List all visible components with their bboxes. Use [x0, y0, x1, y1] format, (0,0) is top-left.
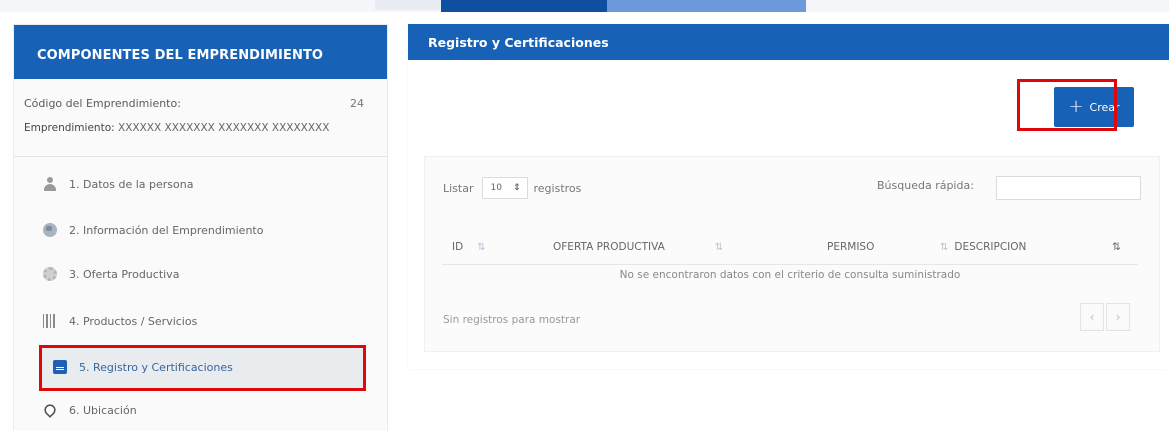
column-label: OFERTA PRODUCTIVA [553, 241, 665, 253]
sidebar-item-label: 1. Datos de la persona [69, 177, 194, 191]
sort-icon: ⇅ [714, 242, 724, 253]
previous-page-button[interactable]: ‹ [1080, 303, 1104, 331]
top-tab[interactable] [607, 0, 806, 12]
map-pin-icon [42, 402, 58, 418]
table-header: ID ⇅ OFERTA PRODUCTIVA ⇅ PERMISO ⇅ DESCRIPC… [442, 227, 1138, 265]
column-id[interactable]: ID ⇅ [452, 241, 486, 253]
person-icon [43, 177, 57, 191]
venture-name: Emprendimiento: XXXXXX XXXXXXX XXXXXXX X… [24, 122, 329, 134]
venture-name-value: XXXXXX XXXXXXX XXXXXXX XXXXXXXX [118, 122, 330, 134]
column-descripcion[interactable]: ⇅ DESCRIPCION [940, 241, 1026, 253]
page-size-select[interactable]: 10 ⇕ [481, 177, 528, 199]
sidebar-item-oferta[interactable]: 3. Oferta Productiva [43, 264, 363, 284]
venture-code: Código del Emprendimiento: 24 [24, 97, 364, 110]
sidebar-item-datos-persona[interactable]: 1. Datos de la persona [43, 174, 363, 194]
sidebar-item-label: 6. Ubicación [69, 403, 137, 417]
search-input[interactable] [996, 176, 1141, 200]
venture-code-label: Código del Emprendimiento: [24, 97, 181, 110]
sidebar-title: COMPONENTES DEL EMPRENDIMIENTO [14, 25, 387, 79]
sort-icon: ⇅ [477, 242, 486, 253]
empty-table-message: No se encontraron datos con el criterio … [619, 269, 961, 281]
sort-icon: ⇅ [940, 242, 949, 253]
sidebar-item-label: 4. Productos / Servicios [69, 314, 198, 328]
panel-title: Registro y Certificaciones [408, 24, 1169, 60]
venture-name-label: Emprendimiento: [24, 122, 115, 134]
sidebar-item-productos[interactable]: 4. Productos / Servicios [43, 311, 363, 331]
registro-panel: Registro y Certificaciones + Crear Lista… [408, 24, 1169, 369]
page-size-control: Listar 10 ⇕ registros [443, 177, 581, 199]
column-label: PERMISO [827, 241, 875, 253]
next-page-button[interactable]: › [1106, 303, 1130, 331]
sort-icon[interactable]: ⇅ [1112, 241, 1121, 253]
sidebar-item-label: 2. Información del Emprendimiento [69, 223, 264, 237]
highlight-box [1017, 79, 1117, 131]
column-label: DESCRIPCION [954, 241, 1027, 253]
column-permiso[interactable]: PERMISO [827, 241, 874, 253]
search-label: Búsqueda rápida: [877, 179, 974, 192]
data-table-card: Listar 10 ⇕ registros Búsqueda rápida: I… [424, 156, 1160, 352]
column-label: ID [452, 241, 464, 253]
top-tab-active[interactable] [441, 0, 607, 12]
pagination: ‹ › [1078, 303, 1130, 331]
globe-icon [43, 223, 57, 237]
page-size-value: 10 [490, 183, 502, 193]
sidebar-item-label: 3. Oferta Productiva [69, 267, 180, 281]
gear-icon [43, 267, 57, 281]
venture-code-value: 24 [350, 97, 364, 110]
select-arrows-icon: ⇕ [512, 183, 521, 193]
sidebar-item-ubicacion[interactable]: 6. Ubicación [42, 400, 363, 420]
column-oferta-productiva[interactable]: OFERTA PRODUCTIVA ⇅ [553, 241, 723, 253]
table-info: Sin registros para mostrar [443, 314, 581, 326]
divider [14, 156, 387, 157]
barcode-icon [43, 314, 57, 328]
highlight-box [39, 345, 366, 391]
top-tab[interactable] [375, 0, 441, 10]
list-label: Listar [443, 181, 474, 195]
records-label: registros [533, 181, 582, 195]
sidebar-item-informacion[interactable]: 2. Información del Emprendimiento [43, 220, 363, 240]
